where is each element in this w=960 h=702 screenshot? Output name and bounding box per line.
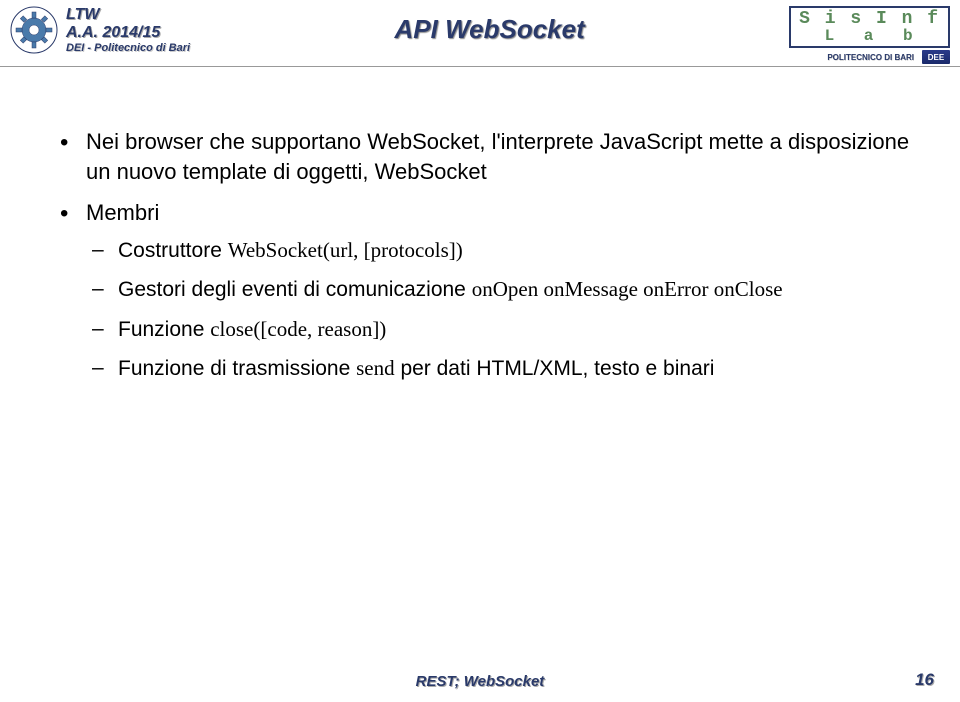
course-code: LTW — [66, 6, 190, 24]
lab-logo: S i s I n f L a b — [789, 6, 950, 48]
sub-prefix: Funzione di trasmissione — [118, 357, 356, 380]
code-text: onOpen onMessage onError onClose — [472, 277, 783, 301]
sub-item: Gestori degli eventi di comunicazione on… — [86, 275, 930, 304]
sub-prefix: Funzione — [118, 318, 210, 341]
slide-header: LTW A.A. 2014/15 DEI - Politecnico di Ba… — [0, 0, 960, 67]
sub-prefix: Costruttore — [118, 239, 228, 262]
bullet-list: Nei browser che supportano WebSocket, l'… — [60, 127, 930, 383]
sub-item: Funzione close([code, reason]) — [86, 315, 930, 344]
bullet-text: Nei browser che supportano WebSocket, l'… — [86, 129, 909, 184]
lab-name-bottom: L a b — [799, 28, 940, 44]
sub-suffix: per dati HTML/XML, testo e binari — [395, 357, 715, 380]
page-number: 16 — [915, 670, 934, 690]
code-text: send — [356, 356, 395, 380]
sub-list: Costruttore WebSocket(url, [protocols]) … — [86, 236, 930, 383]
lab-name-top: S i s I n f — [799, 10, 940, 28]
header-left: LTW A.A. 2014/15 DEI - Politecnico di Ba… — [10, 6, 190, 54]
academic-year: A.A. 2014/15 — [66, 24, 190, 42]
sub-item: Costruttore WebSocket(url, [protocols]) — [86, 236, 930, 265]
bullet-item: Membri Costruttore WebSocket(url, [proto… — [60, 198, 930, 383]
dee-badge: DEE — [922, 50, 950, 64]
sub-prefix: Gestori degli eventi di comunicazione — [118, 278, 472, 301]
footer-title: REST; WebSocket — [416, 673, 545, 690]
institution-logo — [10, 6, 58, 54]
code-text: close([code, reason]) — [210, 317, 386, 341]
header-left-text: LTW A.A. 2014/15 DEI - Politecnico di Ba… — [66, 6, 190, 53]
header-right: S i s I n f L a b POLITECNICO DI BARI DE… — [789, 6, 950, 64]
institution-name: POLITECNICO DI BARI — [827, 53, 914, 62]
code-text: WebSocket(url, [protocols]) — [228, 238, 463, 262]
slide-content: Nei browser che supportano WebSocket, l'… — [0, 67, 960, 415]
sub-item: Funzione di trasmissione send per dati H… — [86, 354, 930, 383]
slide-footer: REST; WebSocket 16 — [0, 673, 960, 690]
slide-title: API WebSocket — [395, 14, 585, 44]
bullet-text: Membri — [86, 200, 159, 225]
department: DEI - Politecnico di Bari — [66, 42, 190, 54]
header-center: API WebSocket — [190, 6, 789, 45]
header-right-sub: POLITECNICO DI BARI DEE — [827, 50, 950, 64]
bullet-item: Nei browser che supportano WebSocket, l'… — [60, 127, 930, 186]
